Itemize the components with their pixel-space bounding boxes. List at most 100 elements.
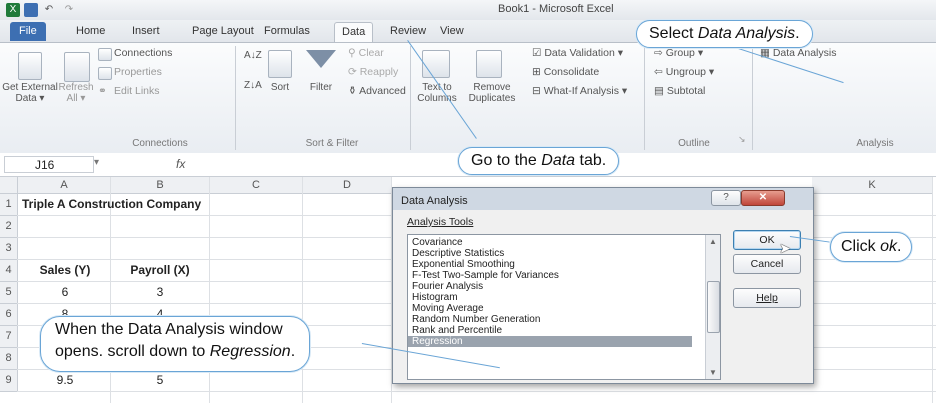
properties-button[interactable]: Properties — [114, 66, 162, 78]
connections-button[interactable]: Connections — [114, 47, 172, 59]
list-item-selected[interactable]: Regression — [408, 336, 692, 347]
list-item[interactable]: Fourier Analysis — [412, 281, 483, 292]
list-item[interactable]: Exponential Smoothing — [412, 259, 515, 270]
column-header[interactable]: D — [303, 177, 392, 194]
tab-insert[interactable]: Insert — [132, 22, 160, 41]
mouse-cursor-icon: ➤ — [779, 240, 791, 256]
row-header[interactable]: 9 — [0, 370, 18, 392]
refresh-icon — [64, 52, 90, 82]
column-header[interactable]: A — [18, 177, 111, 194]
tab-view[interactable]: View — [440, 22, 464, 41]
text-to-columns-button[interactable]: Text to Columns — [414, 82, 460, 104]
connections-icon — [98, 48, 112, 61]
ungroup-button[interactable]: ⇦ Ungroup ▾ — [654, 66, 714, 78]
analysis-tools-list[interactable]: Covariance Descriptive Statistics Expone… — [407, 234, 721, 380]
tab-data[interactable]: Data — [334, 22, 374, 42]
subtotal-button[interactable]: ▤ Subtotal — [654, 85, 705, 97]
close-icon[interactable]: ✕ — [741, 190, 785, 206]
group-separator — [644, 46, 645, 150]
dialog-title: Data Analysis — [401, 195, 468, 207]
group-button[interactable]: ⇨ Group ▾ — [654, 47, 703, 59]
row-header[interactable]: 5 — [0, 282, 18, 304]
group-separator — [235, 46, 236, 150]
tab-formulas[interactable]: Formulas — [264, 22, 310, 41]
cell-a4[interactable]: 6 — [22, 282, 108, 303]
cell-a1[interactable]: Triple A Construction Company — [22, 194, 201, 215]
sort-az-icon[interactable]: A↓Z — [244, 50, 262, 61]
column-header[interactable]: C — [210, 177, 303, 194]
refresh-all-button[interactable]: Refresh All ▾ — [58, 82, 94, 104]
row-header[interactable]: 2 — [0, 216, 18, 238]
group-label-connections: Connections — [132, 138, 188, 149]
tab-home[interactable]: Home — [76, 22, 105, 41]
column-header[interactable]: B — [111, 177, 210, 194]
remove-duplicates-button[interactable]: Remove Duplicates — [464, 82, 520, 104]
consolidate-button[interactable]: ⊞ Consolidate — [532, 66, 599, 78]
data-analysis-dialog: Data Analysis ? ✕ Analysis Tools Covaria… — [392, 187, 814, 384]
cell-a3[interactable]: Sales (Y) — [22, 260, 108, 281]
advanced-button[interactable]: ⚱ Advanced — [348, 85, 406, 97]
get-external-data-button[interactable]: Get External Data ▾ — [2, 82, 58, 104]
save-icon[interactable] — [24, 3, 38, 17]
list-item[interactable]: F-Test Two-Sample for Variances — [412, 270, 559, 281]
window-title: Book1 - Microsoft Excel — [498, 3, 614, 15]
data-validation-button[interactable]: ☑ Data Validation ▾ — [532, 47, 623, 59]
dialog-launcher-icon[interactable]: ↘ — [738, 134, 746, 145]
list-item[interactable]: Covariance — [412, 237, 463, 248]
function-icon[interactable]: fx — [176, 157, 185, 171]
list-item[interactable]: Moving Average — [412, 303, 484, 314]
name-box[interactable]: J16 — [4, 156, 94, 173]
cancel-button[interactable]: Cancel — [733, 254, 801, 274]
row-header[interactable]: 8 — [0, 348, 18, 370]
row-header[interactable]: 7 — [0, 326, 18, 348]
edit-links-button[interactable]: Edit Links — [114, 85, 160, 97]
help-icon[interactable]: ? — [711, 190, 741, 206]
list-item[interactable]: Histogram — [412, 292, 458, 303]
row-header[interactable]: 1 — [0, 194, 18, 216]
callout-scroll-to-regression: When the Data Analysis window opens. scr… — [40, 316, 311, 372]
row-header[interactable]: 6 — [0, 304, 18, 326]
row-header[interactable]: 4 — [0, 260, 18, 282]
edit-links-icon: ⚭ — [98, 85, 107, 97]
row-header[interactable]: 3 — [0, 238, 18, 260]
what-if-analysis-button[interactable]: ⊟ What-If Analysis ▾ — [532, 85, 627, 97]
sort-button[interactable]: Sort — [264, 82, 296, 93]
tab-file[interactable]: File — [10, 22, 46, 41]
sort-dialog-icon — [268, 50, 292, 78]
cell-a9[interactable]: 9.5 — [22, 370, 108, 391]
reapply-button[interactable]: ⟳ Reapply — [348, 66, 398, 78]
get-external-data-icon — [18, 52, 42, 80]
group-separator — [752, 46, 753, 150]
tab-review[interactable]: Review — [390, 22, 426, 41]
cell-b4[interactable]: 3 — [112, 282, 208, 303]
list-item[interactable]: Rank and Percentile — [412, 325, 502, 336]
scrollbar-thumb[interactable] — [707, 281, 720, 333]
clear-button[interactable]: ⚲ Clear — [348, 47, 384, 59]
undo-icon[interactable]: ↶ — [42, 3, 56, 17]
callout-go-to-data-tab: Go to the Data tab. — [458, 147, 620, 175]
sort-za-icon[interactable]: Z↓A — [244, 80, 262, 91]
redo-icon[interactable]: ↷ — [62, 3, 76, 17]
column-header[interactable]: K — [812, 177, 933, 194]
list-item[interactable]: Random Number Generation — [412, 314, 540, 325]
gridline — [17, 391, 936, 392]
cell-b3[interactable]: Payroll (X) — [112, 260, 208, 281]
list-item[interactable]: Descriptive Statistics — [412, 248, 504, 259]
callout-select-data-analysis: Select Data Analysis. — [636, 20, 813, 48]
group-separator — [410, 46, 411, 150]
name-box-dropdown-icon[interactable]: ▾ — [94, 157, 99, 168]
data-analysis-button[interactable]: ▦ Data Analysis — [760, 47, 836, 59]
scrollbar[interactable]: ▲ ▼ — [705, 235, 720, 379]
title-bar: X ↶ ↷ Book1 - Microsoft Excel — [0, 0, 936, 20]
tab-page-layout[interactable]: Page Layout — [192, 22, 254, 41]
select-all-corner[interactable] — [0, 177, 18, 194]
filter-button[interactable]: Filter — [300, 82, 342, 93]
cell-b9[interactable]: 5 — [112, 370, 208, 391]
remove-duplicates-icon — [476, 50, 502, 78]
scroll-up-icon[interactable]: ▲ — [709, 237, 717, 246]
properties-icon — [98, 67, 112, 80]
help-button[interactable]: Help — [733, 288, 801, 308]
analysis-tools-label: Analysis Tools — [407, 216, 474, 228]
excel-logo-icon: X — [6, 3, 20, 17]
scroll-down-icon[interactable]: ▼ — [709, 368, 717, 377]
